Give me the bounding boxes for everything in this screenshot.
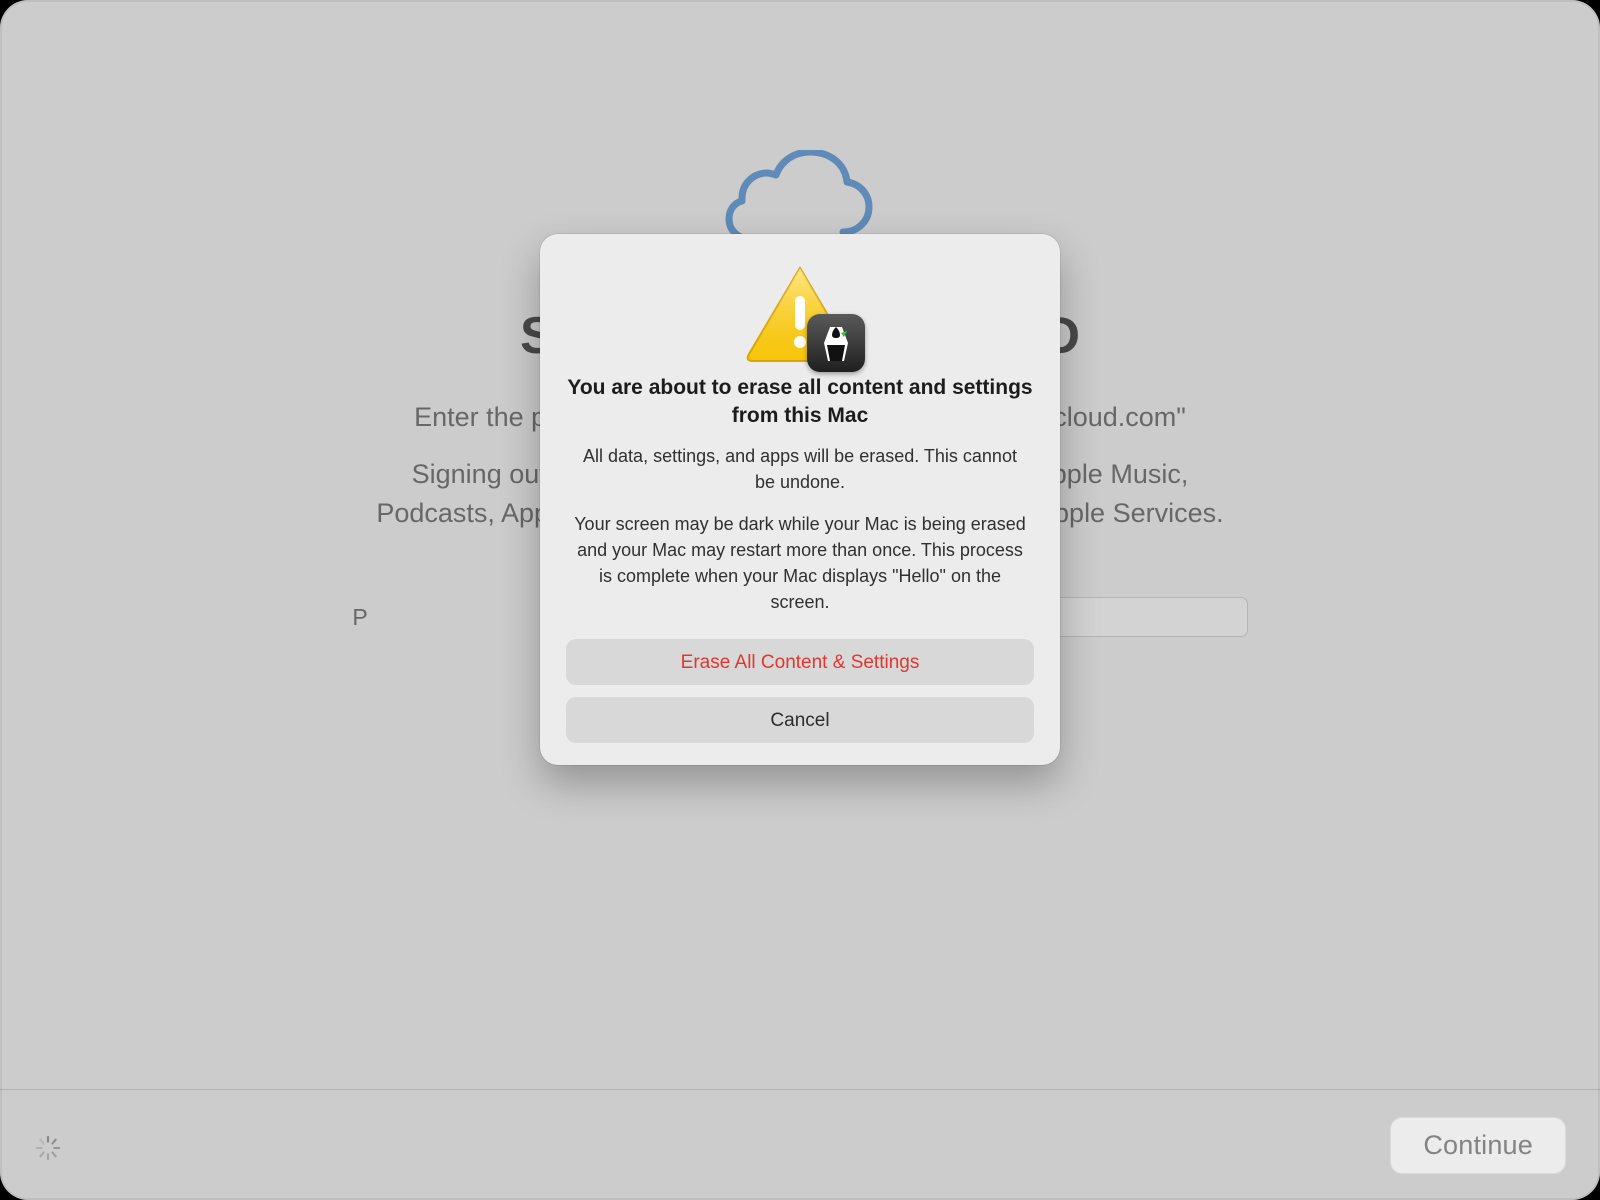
alert-icon-stack xyxy=(745,264,855,362)
sub1-right: cloud.com" xyxy=(1053,402,1186,432)
erase-assistant-window: Si ID Enter the p cloud.com" Signing out… xyxy=(0,0,1600,1200)
erase-all-button[interactable]: Erase All Content & Settings xyxy=(566,639,1034,685)
erase-assistant-app-icon xyxy=(807,314,865,372)
bottom-bar: Continue xyxy=(0,1089,1600,1200)
cancel-button[interactable]: Cancel xyxy=(566,697,1034,743)
alert-title: You are about to erase all content and s… xyxy=(566,374,1034,431)
spinner-icon xyxy=(34,1134,62,1162)
sub2-l2-right: pple Services. xyxy=(1054,498,1224,528)
continue-button[interactable]: Continue xyxy=(1390,1117,1566,1174)
alert-body-1: All data, settings, and apps will be era… xyxy=(572,443,1028,495)
sub2-l2-left: Podcasts, App xyxy=(376,498,549,528)
sub2-l1-right: pple Music, xyxy=(1052,459,1189,489)
erase-confirmation-alert: You are about to erase all content and s… xyxy=(540,234,1060,765)
alert-body-2: Your screen may be dark while your Mac i… xyxy=(570,511,1030,615)
sub1-left: Enter the p xyxy=(414,402,546,432)
password-label-fragment: P xyxy=(352,604,367,631)
sub2-l1-left: Signing out xyxy=(412,459,547,489)
